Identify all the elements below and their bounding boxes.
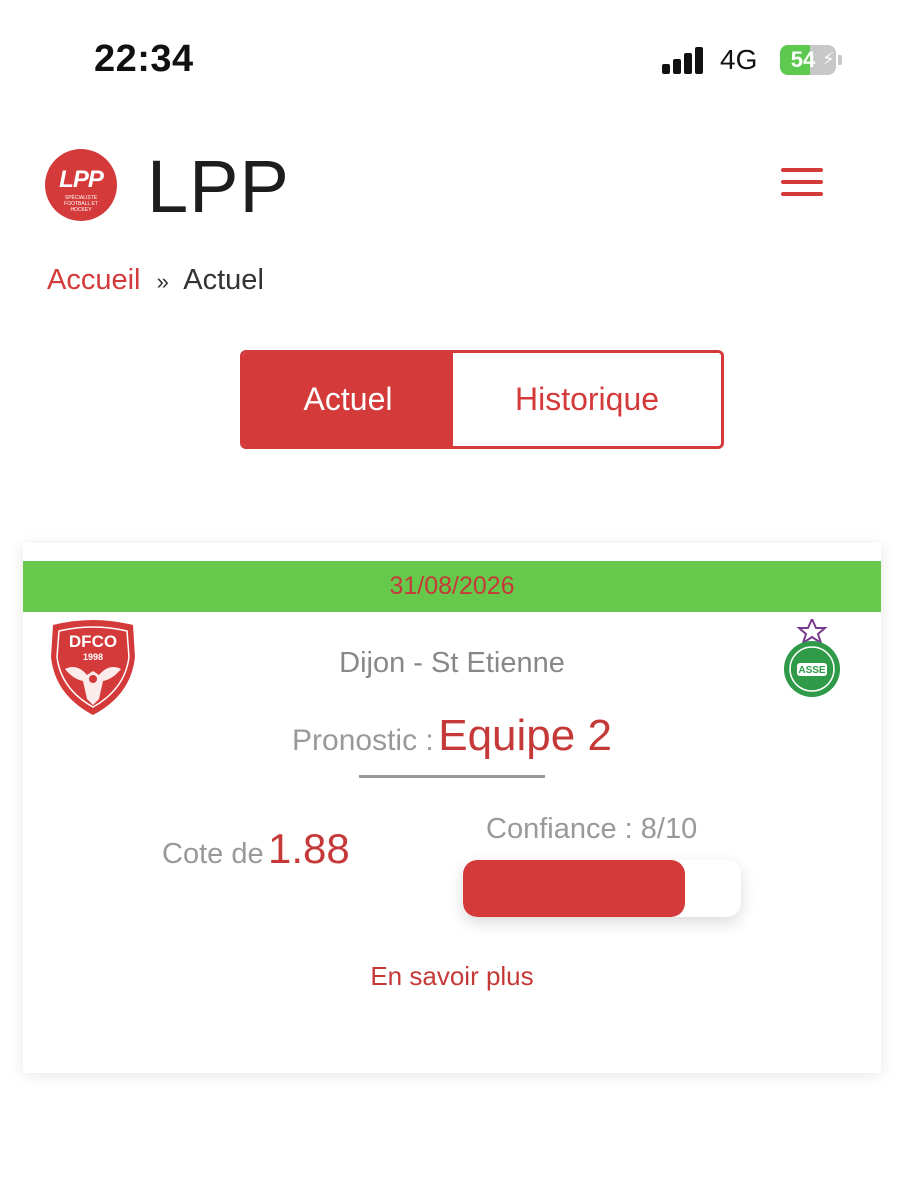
learn-more-link[interactable]: En savoir plus: [23, 961, 881, 992]
logo-text: LPP: [59, 166, 104, 193]
prediction: Pronostic : Equipe 2: [23, 711, 881, 761]
battery-icon: 54 ⚡: [780, 45, 842, 75]
network-type: 4G: [720, 44, 758, 75]
breadcrumb-current: Actuel: [183, 264, 264, 296]
site-logo[interactable]: LPP SPÉCIALISTE FOOTBALL ET HOCKEY: [45, 149, 117, 221]
tab-historique[interactable]: Historique: [453, 353, 721, 446]
tab-actuel[interactable]: Actuel: [243, 353, 453, 446]
battery-level: 54: [790, 47, 816, 72]
tab-switcher: Actuel Historique: [240, 350, 724, 449]
confidence-bar-fill: [463, 860, 686, 917]
breadcrumb: Accueil » Actuel: [47, 264, 264, 297]
match-card: 31/08/2026 DFCO 1998 ASSE Dijon - St Eti…: [23, 543, 881, 1073]
confidence-bar: [463, 860, 741, 917]
odds: Cote de 1.88: [162, 825, 350, 873]
site-title[interactable]: LPP: [147, 144, 290, 229]
prediction-label: Pronostic :: [292, 724, 434, 757]
odds-label: Cote de: [162, 838, 264, 870]
match-date: 31/08/2026: [23, 561, 881, 612]
signal-strength-icon: [662, 46, 706, 74]
hamburger-menu-icon[interactable]: [781, 166, 825, 198]
match-teams: Dijon - St Etienne: [339, 647, 565, 679]
status-bar: 22:34 4G 54 ⚡: [0, 0, 904, 120]
confidence-label: Confiance : 8/10: [486, 813, 698, 845]
divider: [359, 775, 545, 778]
charging-bolt-icon: ⚡: [822, 49, 835, 69]
prediction-value: Equipe 2: [438, 711, 612, 760]
logo-subtext: SPÉCIALISTE FOOTBALL ET HOCKEY: [64, 195, 98, 213]
breadcrumb-home-link[interactable]: Accueil: [47, 264, 141, 296]
status-time: 22:34: [94, 38, 194, 80]
odds-value: 1.88: [268, 825, 350, 872]
breadcrumb-separator: »: [156, 269, 169, 294]
